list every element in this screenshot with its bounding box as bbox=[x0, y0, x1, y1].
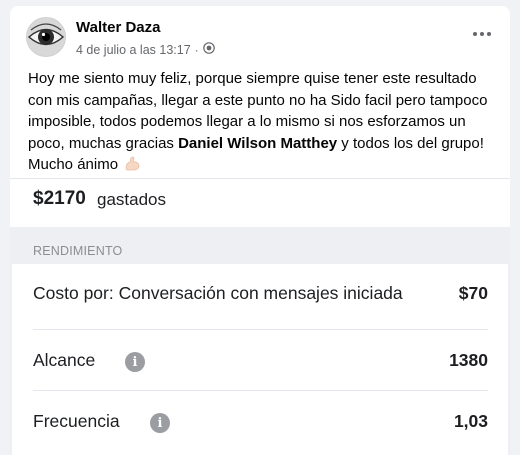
divider bbox=[33, 390, 488, 391]
post-text: Hoy me siento muy feliz, porque siempre … bbox=[28, 68, 498, 179]
metrics-list: Costo por: Conversación con mensajes ini… bbox=[12, 264, 508, 455]
more-icon bbox=[473, 32, 491, 36]
meta-separator: · bbox=[194, 42, 199, 57]
ads-results-screenshot: $2170 gastados RENDIMIENTO Costo por: Co… bbox=[10, 178, 510, 455]
metric-value: 1380 bbox=[449, 350, 488, 370]
post-header: Walter Daza 4 de julio a las 13:17 · bbox=[10, 6, 510, 66]
avatar[interactable] bbox=[26, 17, 66, 57]
divider bbox=[33, 329, 488, 330]
eye-avatar-image bbox=[27, 18, 65, 56]
mention-link[interactable]: Daniel Wilson Matthey bbox=[178, 135, 337, 152]
metric-label: Alcance bbox=[33, 350, 96, 370]
post-meta: 4 de julio a las 13:17 · bbox=[76, 42, 215, 57]
info-icon[interactable]: i bbox=[150, 413, 170, 433]
metric-label: Costo por: Conversación con mensajes ini… bbox=[33, 283, 403, 303]
metric-value: 1,03 bbox=[453, 411, 488, 431]
metric-value: $70 bbox=[458, 283, 488, 303]
metric-label: Frecuencia bbox=[33, 411, 120, 431]
post-card: Walter Daza 4 de julio a las 13:17 · Hoy… bbox=[10, 6, 510, 455]
spend-amount: $2170 bbox=[33, 188, 86, 209]
metric-row-cost: Costo por: Conversación con mensajes ini… bbox=[12, 264, 508, 324]
more-options-button[interactable] bbox=[466, 22, 498, 46]
spend-summary: $2170 gastados bbox=[10, 178, 510, 227]
section-title: RENDIMIENTO bbox=[33, 244, 123, 258]
metric-row-frequency: Frecuencia i 1,03 bbox=[12, 392, 508, 452]
flexed-biceps-icon bbox=[124, 155, 141, 179]
metric-row-reach: Alcance i 1380 bbox=[12, 331, 508, 391]
post-date[interactable]: 4 de julio a las 13:17 bbox=[76, 43, 191, 57]
info-icon[interactable]: i bbox=[125, 352, 145, 372]
author-name[interactable]: Walter Daza bbox=[76, 19, 160, 36]
globe-icon[interactable] bbox=[202, 42, 215, 57]
spend-label: gastados bbox=[97, 190, 166, 209]
